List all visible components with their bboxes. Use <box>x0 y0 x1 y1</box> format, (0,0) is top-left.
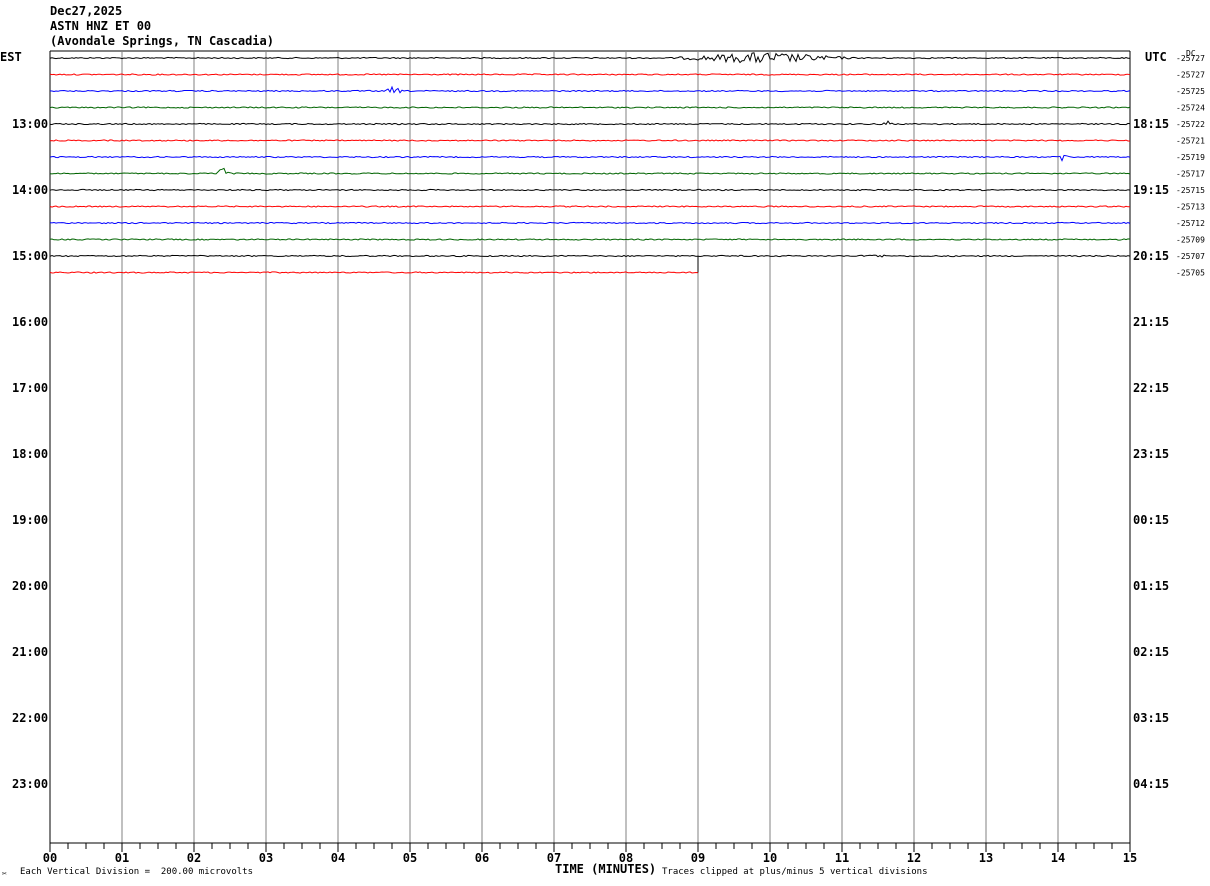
trace-row <box>49 205 1130 208</box>
trace-row <box>49 139 1130 142</box>
seismogram-plot: 00 01 02 03 04 05 06 07 08 09 10 11 12 13 14 15 -25727-… <box>12 50 1205 865</box>
hour-label-local: 20:00 <box>12 579 48 593</box>
trace-row <box>49 52 1131 64</box>
hour-label-local: 14:00 <box>12 183 48 197</box>
hour-label-utc: 18:15 <box>1133 117 1169 131</box>
dc-offset-label: -25719 <box>1176 153 1205 162</box>
x-tick-label: 06 <box>475 851 489 865</box>
hour-label-local: 19:00 <box>12 513 48 527</box>
x-tick-label: 15 <box>1123 851 1137 865</box>
hour-label-local: 22:00 <box>12 711 48 725</box>
x-tick-label: 11 <box>835 851 849 865</box>
dc-offset-label: -25721 <box>1176 137 1205 146</box>
x-tick-label: 01 <box>115 851 129 865</box>
dc-offset-label: -25724 <box>1176 104 1205 113</box>
x-tick-label: 14 <box>1051 851 1065 865</box>
grid-lines <box>49 50 1131 843</box>
hour-label-local: 17:00 <box>12 381 48 395</box>
trace-row <box>49 254 1131 258</box>
dc-label: DC <box>1186 49 1196 58</box>
x-tick-label: 09 <box>691 851 705 865</box>
hour-label-utc: 02:15 <box>1133 645 1169 659</box>
clip-note: Traces clipped at plus/minus 5 vertical … <box>662 867 928 877</box>
hour-label-local: 15:00 <box>12 249 48 263</box>
dc-offset-label: -25717 <box>1176 170 1205 179</box>
hour-label-local: 16:00 <box>12 315 48 329</box>
trace-row <box>49 120 1131 126</box>
dc-offset-label: -25727 <box>1176 71 1205 80</box>
hour-label-utc: 03:15 <box>1133 711 1169 725</box>
hour-label-local: 21:00 <box>12 645 48 659</box>
utc-label: UTC <box>1145 50 1167 64</box>
trace-row <box>49 238 1131 241</box>
dc-offset-label: -25712 <box>1176 219 1205 228</box>
x-tick-label: 03 <box>259 851 273 865</box>
hour-label-utc: 23:15 <box>1133 447 1169 461</box>
dc-offset-label: -25725 <box>1176 87 1205 96</box>
trace-row <box>49 167 1131 175</box>
x-tick-label: 05 <box>403 851 417 865</box>
trace-row <box>49 106 1131 109</box>
hour-label-utc: 20:15 <box>1133 249 1169 263</box>
x-tick-label: 12 <box>907 851 921 865</box>
hour-label-local: 18:00 <box>12 447 48 461</box>
trace-row <box>49 85 1131 94</box>
trace-row <box>49 73 1131 76</box>
hour-label-utc: 22:15 <box>1133 381 1169 395</box>
hour-label-utc: 04:15 <box>1133 777 1169 791</box>
trace-row <box>49 188 1131 192</box>
x-tick-label: 02 <box>187 851 201 865</box>
hour-label-utc: 21:15 <box>1133 315 1169 329</box>
scale-note: Each Vertical Division = 200.00 microvol… <box>20 867 253 877</box>
hour-label-utc: 01:15 <box>1133 579 1169 593</box>
trace-row <box>49 271 699 274</box>
logo-mark: ✂ <box>2 869 7 878</box>
dc-offset-label: -25709 <box>1176 236 1205 245</box>
hour-labels: -25727-25727-25725-25724-25722-25721-257… <box>12 54 1205 791</box>
dc-offset-label: -25713 <box>1176 203 1205 212</box>
trace-row <box>49 154 1131 162</box>
dc-offset-label: -25705 <box>1176 269 1205 278</box>
hour-label-local: 23:00 <box>12 777 48 791</box>
x-tick-label: 10 <box>763 851 777 865</box>
x-tick-label: 04 <box>331 851 345 865</box>
trace-row <box>49 221 1131 225</box>
x-axis-title: TIME (MINUTES) <box>555 862 657 876</box>
x-tick-label: 13 <box>979 851 993 865</box>
dc-offset-label: -25722 <box>1176 120 1205 129</box>
x-tick-label: 00 <box>43 851 57 865</box>
dc-offset-label: -25715 <box>1176 186 1205 195</box>
hour-label-utc: 19:15 <box>1133 183 1169 197</box>
dc-offset-label: -25707 <box>1176 252 1205 261</box>
est-label: EST <box>0 50 22 64</box>
hour-label-local: 13:00 <box>12 117 48 131</box>
trace-rows <box>49 52 1131 274</box>
hour-label-utc: 00:15 <box>1133 513 1169 527</box>
